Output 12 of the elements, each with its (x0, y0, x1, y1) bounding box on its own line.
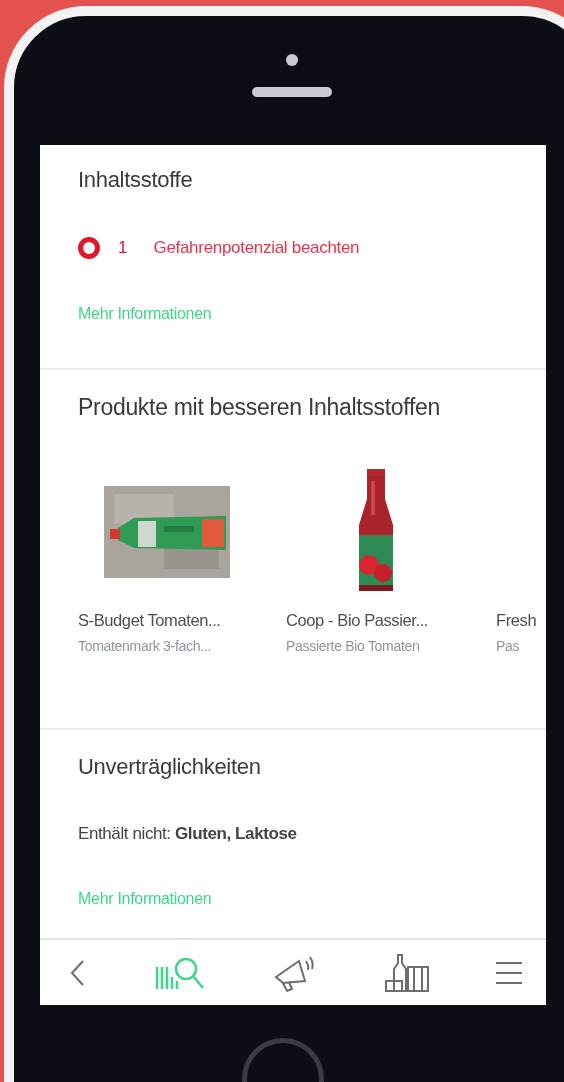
hazard-count: 1 (118, 238, 128, 258)
hazard-text: Gefahrenpotenzial beachten (153, 238, 360, 258)
section-title: Inhaltsstoffe (78, 167, 193, 193)
product-subtitle: Passierte Bio Tomaten (286, 638, 420, 654)
product-subtitle: Pas (496, 638, 520, 654)
section-title: Unverträglichkeiten (78, 754, 261, 780)
product-name[interactable]: Coop - Bio Passier... (286, 611, 428, 630)
product-name[interactable]: Fresh (496, 611, 537, 630)
product-subtitle: Tomatenmark 3-fach... (78, 638, 211, 654)
section-title: Produkte mit besseren Inhaltsstoffen (78, 394, 441, 421)
product-name[interactable]: S-Budget Tomaten... (78, 611, 221, 630)
intolerance-text: Enthält nicht: Gluten, Laktose (78, 824, 297, 844)
